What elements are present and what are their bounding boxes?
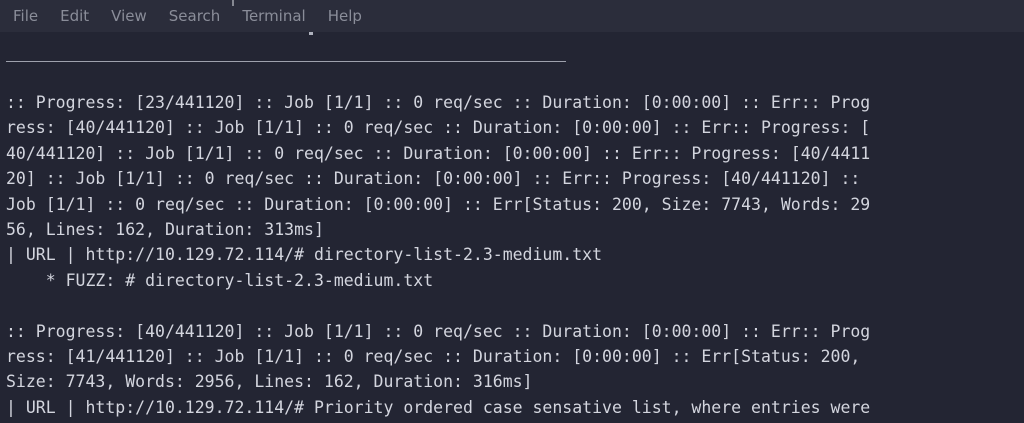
terminal-line: ress: [41/441120] :: Job [1/1] :: 0 req/… [6, 346, 861, 366]
terminal-line: | URL | http://10.129.72.114/# Priority … [6, 397, 871, 417]
menu-bar: File Edit View Search Terminal Help [0, 0, 1024, 32]
terminal-line: * FUZZ: # directory-list-2.3-medium.txt [6, 270, 434, 290]
mouse-cursor-icon [230, 0, 236, 6]
scrolled-text-fragment [309, 32, 313, 35]
separator-line [6, 61, 566, 62]
menu-file[interactable]: File [2, 0, 49, 32]
terminal-line: :: Progress: [23/441120] :: Job [1/1] ::… [6, 93, 871, 112]
terminal-output: :: Progress: [23/441120] :: Job [1/1] ::… [6, 90, 1022, 420]
terminal-window: File Edit View Search Terminal Help :: P… [0, 0, 1024, 423]
terminal-line: 56, Lines: 162, Duration: 313ms] [6, 219, 324, 239]
menu-terminal[interactable]: Terminal [231, 0, 316, 32]
terminal-line: :: Progress: [40/441120] :: Job [1/1] ::… [6, 321, 871, 341]
terminal-line: 40/441120] :: Job [1/1] :: 0 req/sec :: … [6, 143, 871, 163]
terminal-line: Size: 7743, Words: 2956, Lines: 162, Dur… [6, 372, 533, 392]
terminal-output-area[interactable]: :: Progress: [23/441120] :: Job [1/1] ::… [0, 32, 1024, 423]
menu-edit[interactable]: Edit [49, 0, 100, 32]
menu-search[interactable]: Search [158, 0, 232, 32]
terminal-line: Job [1/1] :: 0 req/sec :: Duration: [0:0… [6, 194, 871, 214]
menu-view[interactable]: View [100, 0, 158, 32]
terminal-line: 20] :: Job [1/1] :: 0 req/sec :: Duratio… [6, 169, 861, 189]
menu-help[interactable]: Help [317, 0, 373, 32]
terminal-line: ress: [40/441120] :: Job [1/1] :: 0 req/… [6, 118, 871, 138]
terminal-line: | URL | http://10.129.72.114/# directory… [6, 245, 603, 265]
